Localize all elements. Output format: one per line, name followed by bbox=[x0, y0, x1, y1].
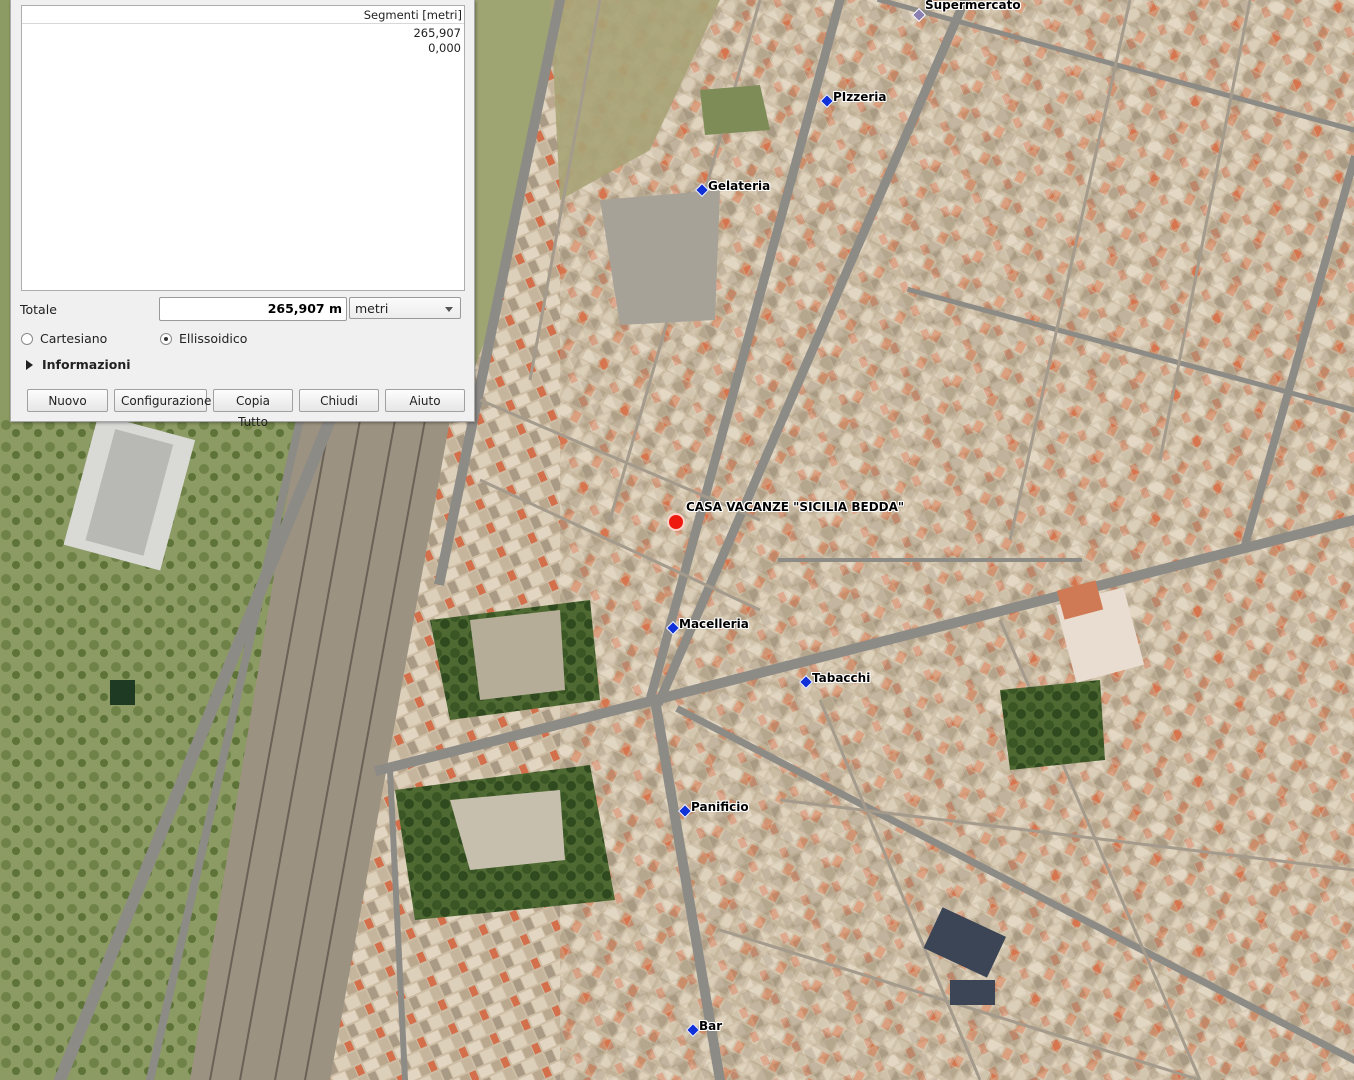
help-button[interactable]: Aiuto bbox=[385, 389, 465, 412]
radio-ellissoidico-label[interactable]: Ellissoidico bbox=[179, 331, 247, 346]
poi-label: Panificio bbox=[691, 800, 749, 814]
poi-label: Tabacchi bbox=[812, 671, 871, 685]
unit-select-value: metri bbox=[355, 301, 389, 316]
new-button[interactable]: Nuovo bbox=[27, 389, 108, 412]
measure-dialog: Segmenti [metri] 265,907 0,000 Totale 26… bbox=[10, 0, 475, 429]
info-section-toggle[interactable]: Informazioni bbox=[42, 357, 131, 372]
poi-label: Gelateria bbox=[708, 179, 771, 193]
radio-ellissoidico[interactable] bbox=[160, 333, 172, 345]
configuration-button[interactable]: Configurazione bbox=[114, 389, 211, 412]
segments-table[interactable]: Segmenti [metri] 265,907 0,000 bbox=[21, 5, 465, 291]
chevron-down-icon bbox=[445, 307, 453, 312]
poi-label: Bar bbox=[699, 1019, 723, 1033]
close-button[interactable]: Chiudi bbox=[299, 389, 379, 412]
poi-label: Supermercato bbox=[925, 0, 1021, 12]
radio-cartesiano[interactable] bbox=[21, 333, 33, 345]
poi-label: PIzzeria bbox=[833, 90, 887, 104]
total-label: Totale bbox=[20, 302, 57, 317]
poi-label: Macelleria bbox=[679, 617, 749, 631]
total-field[interactable]: 265,907 m bbox=[159, 297, 347, 321]
home-label: CASA VACANZE "SICILIA BEDDA" bbox=[686, 500, 905, 514]
home-marker-icon bbox=[667, 513, 685, 531]
segment-row[interactable]: 265,907 bbox=[22, 26, 464, 41]
segments-column-header[interactable]: Segmenti [metri] bbox=[22, 6, 464, 24]
unit-select[interactable]: metri bbox=[349, 297, 461, 319]
expand-caret-icon[interactable] bbox=[26, 360, 33, 370]
segment-row[interactable]: 0,000 bbox=[22, 41, 464, 56]
radio-cartesiano-label[interactable]: Cartesiano bbox=[40, 331, 107, 346]
copy-all-button[interactable]: Copia Tutto bbox=[213, 389, 293, 429]
